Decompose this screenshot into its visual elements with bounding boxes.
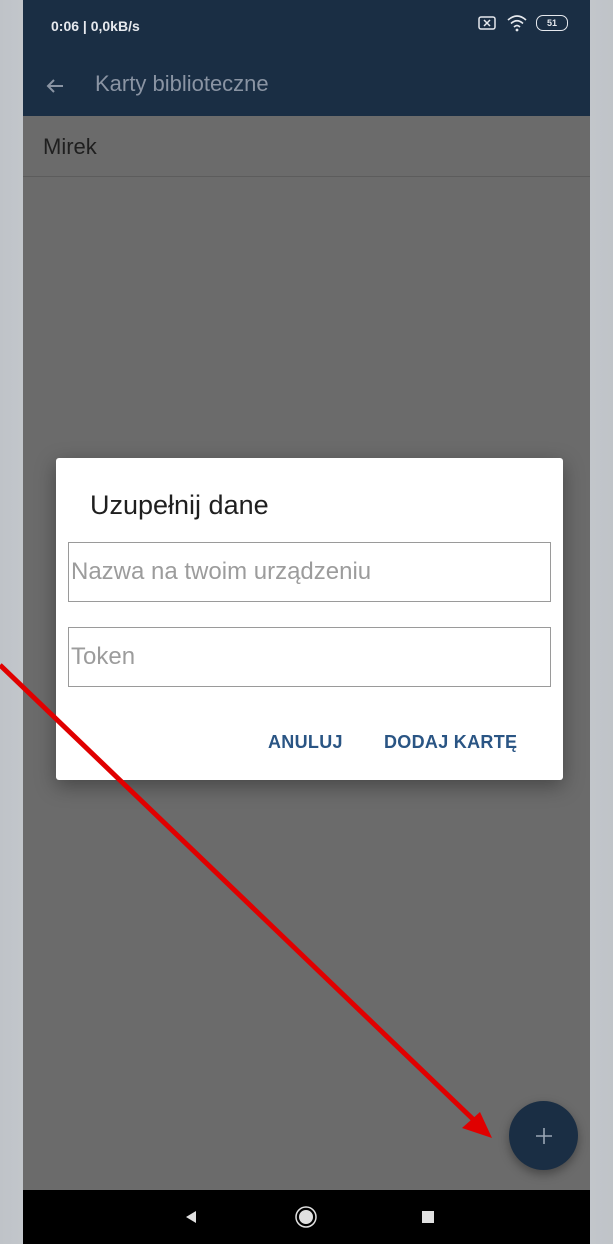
triangle-back-icon[interactable] xyxy=(177,1204,203,1230)
status-time-speed: 0:06 | 0,0kB/s xyxy=(51,18,140,34)
square-recent-icon[interactable] xyxy=(415,1204,441,1230)
list-item-label: Mirek xyxy=(43,134,97,159)
wifi-icon xyxy=(507,15,527,32)
add-card-button[interactable]: DODAJ KARTĘ xyxy=(384,732,517,753)
arrow-left-icon[interactable] xyxy=(43,74,67,98)
device-name-field[interactable] xyxy=(68,542,551,602)
navigation-bar xyxy=(23,1190,590,1244)
cancel-button[interactable]: ANULUJ xyxy=(268,732,343,753)
token-field[interactable] xyxy=(68,627,551,687)
dialog-title: Uzupełnij dane xyxy=(90,490,269,520)
plus-icon xyxy=(535,1127,552,1144)
dialog: Uzupełnij dane ANULUJ DODAJ KARTĘ xyxy=(56,458,563,780)
page-title: Karty biblioteczne xyxy=(95,71,269,96)
status-icons: 51 xyxy=(476,14,568,32)
add-fab-button[interactable] xyxy=(509,1101,578,1170)
phone-screen: 0:06 | 0,0kB/s 51 Karty biblioteczne Mir… xyxy=(23,0,590,1244)
status-bar: 0:06 | 0,0kB/s 51 xyxy=(23,0,590,56)
sim-off-icon xyxy=(478,16,496,30)
battery-icon: 51 xyxy=(536,15,568,31)
circle-home-icon[interactable] xyxy=(293,1204,319,1230)
list-item[interactable]: Mirek xyxy=(23,116,590,177)
app-bar: Karty biblioteczne xyxy=(23,56,590,116)
